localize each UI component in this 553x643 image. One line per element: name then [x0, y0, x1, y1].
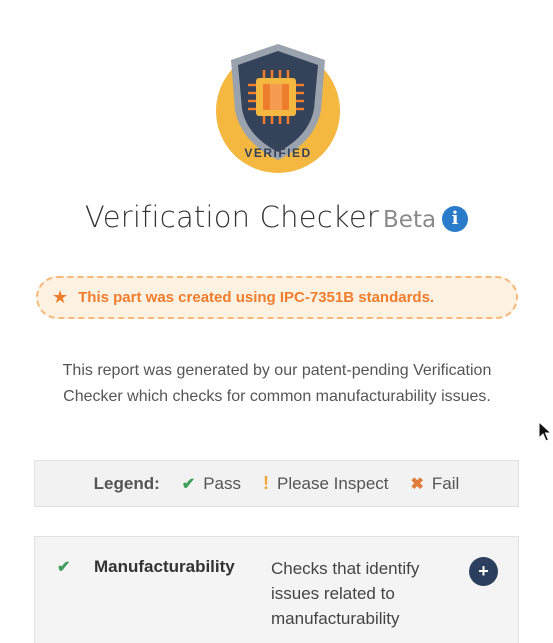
exclamation-icon: !	[262, 473, 269, 493]
cross-icon: ✖	[410, 475, 424, 493]
info-icon[interactable]: i	[442, 206, 469, 232]
report-description: This report was generated by our patent-…	[62, 362, 492, 405]
mouse-cursor-icon	[538, 421, 552, 442]
verification-checker-page: VERIFIED Verification Checker Beta i ★ Thi…	[0, 0, 553, 643]
legend-label: Legend:	[93, 473, 160, 493]
standards-notice: ★ This part was created using IPC-7351B …	[36, 276, 518, 319]
legend-item-inspect: ! Please Inspect	[263, 473, 389, 494]
legend-item-pass: ✔ Pass	[182, 474, 241, 494]
beta-label: Beta	[383, 207, 437, 233]
notice-text: This part was created using IPC-7351B st…	[78, 289, 435, 306]
page-title: Verification Checker Beta i	[0, 200, 553, 234]
check-description: Checks that identify issues related to m…	[271, 559, 420, 628]
legend: Legend: ✔ Pass ! Please Inspect ✖ Fail	[34, 460, 519, 507]
check-name: Manufacturability	[94, 557, 235, 576]
check-icon: ✔	[181, 475, 196, 493]
title-text: Verification Checker	[84, 200, 380, 234]
verified-badge-icon: VERIFIED	[216, 44, 340, 173]
pass-check-icon: ✔	[57, 559, 71, 576]
legend-inspect-label: Please Inspect	[276, 473, 389, 493]
check-row-manufacturability: ✔ Manufacturability Checks that identify…	[34, 536, 519, 643]
star-icon: ★	[52, 286, 69, 308]
legend-item-fail: ✖ Fail	[411, 474, 460, 494]
expand-plus-button[interactable]: +	[469, 557, 498, 586]
legend-fail-label: Fail	[431, 473, 460, 493]
badge-verified-text: VERIFIED	[244, 146, 311, 160]
legend-pass-label: Pass	[203, 473, 241, 493]
